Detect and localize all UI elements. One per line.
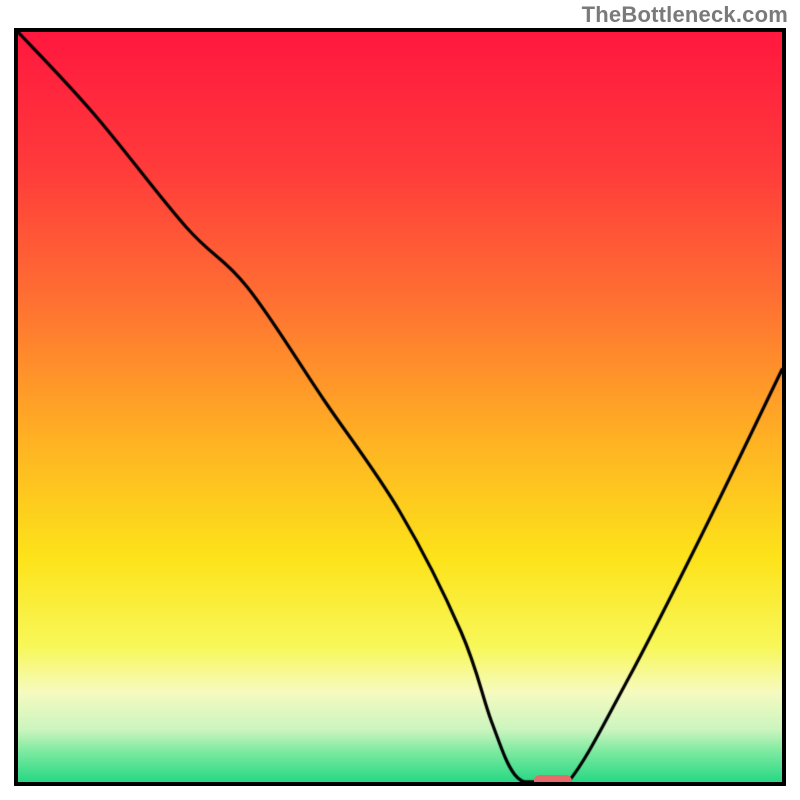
chart-plot-area bbox=[14, 28, 786, 786]
watermark-text: TheBottleneck.com bbox=[582, 2, 788, 28]
chart-line-series bbox=[18, 32, 782, 782]
optimal-point-marker bbox=[534, 775, 572, 786]
